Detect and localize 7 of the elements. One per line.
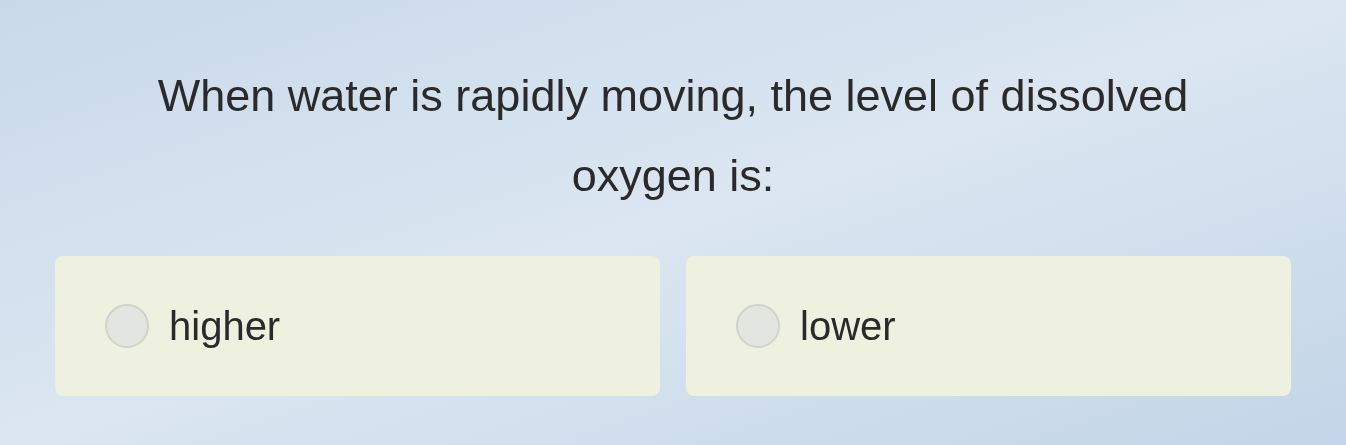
radio-button[interactable] xyxy=(105,304,149,348)
radio-button[interactable] xyxy=(736,304,780,348)
answer-option[interactable]: lower xyxy=(686,256,1291,396)
answer-option[interactable]: higher xyxy=(55,256,660,396)
option-label: lower xyxy=(800,303,896,350)
question-text: When water is rapidly moving, the level of dissolved oxygen is: xyxy=(156,69,1190,203)
option-label: higher xyxy=(169,303,281,350)
